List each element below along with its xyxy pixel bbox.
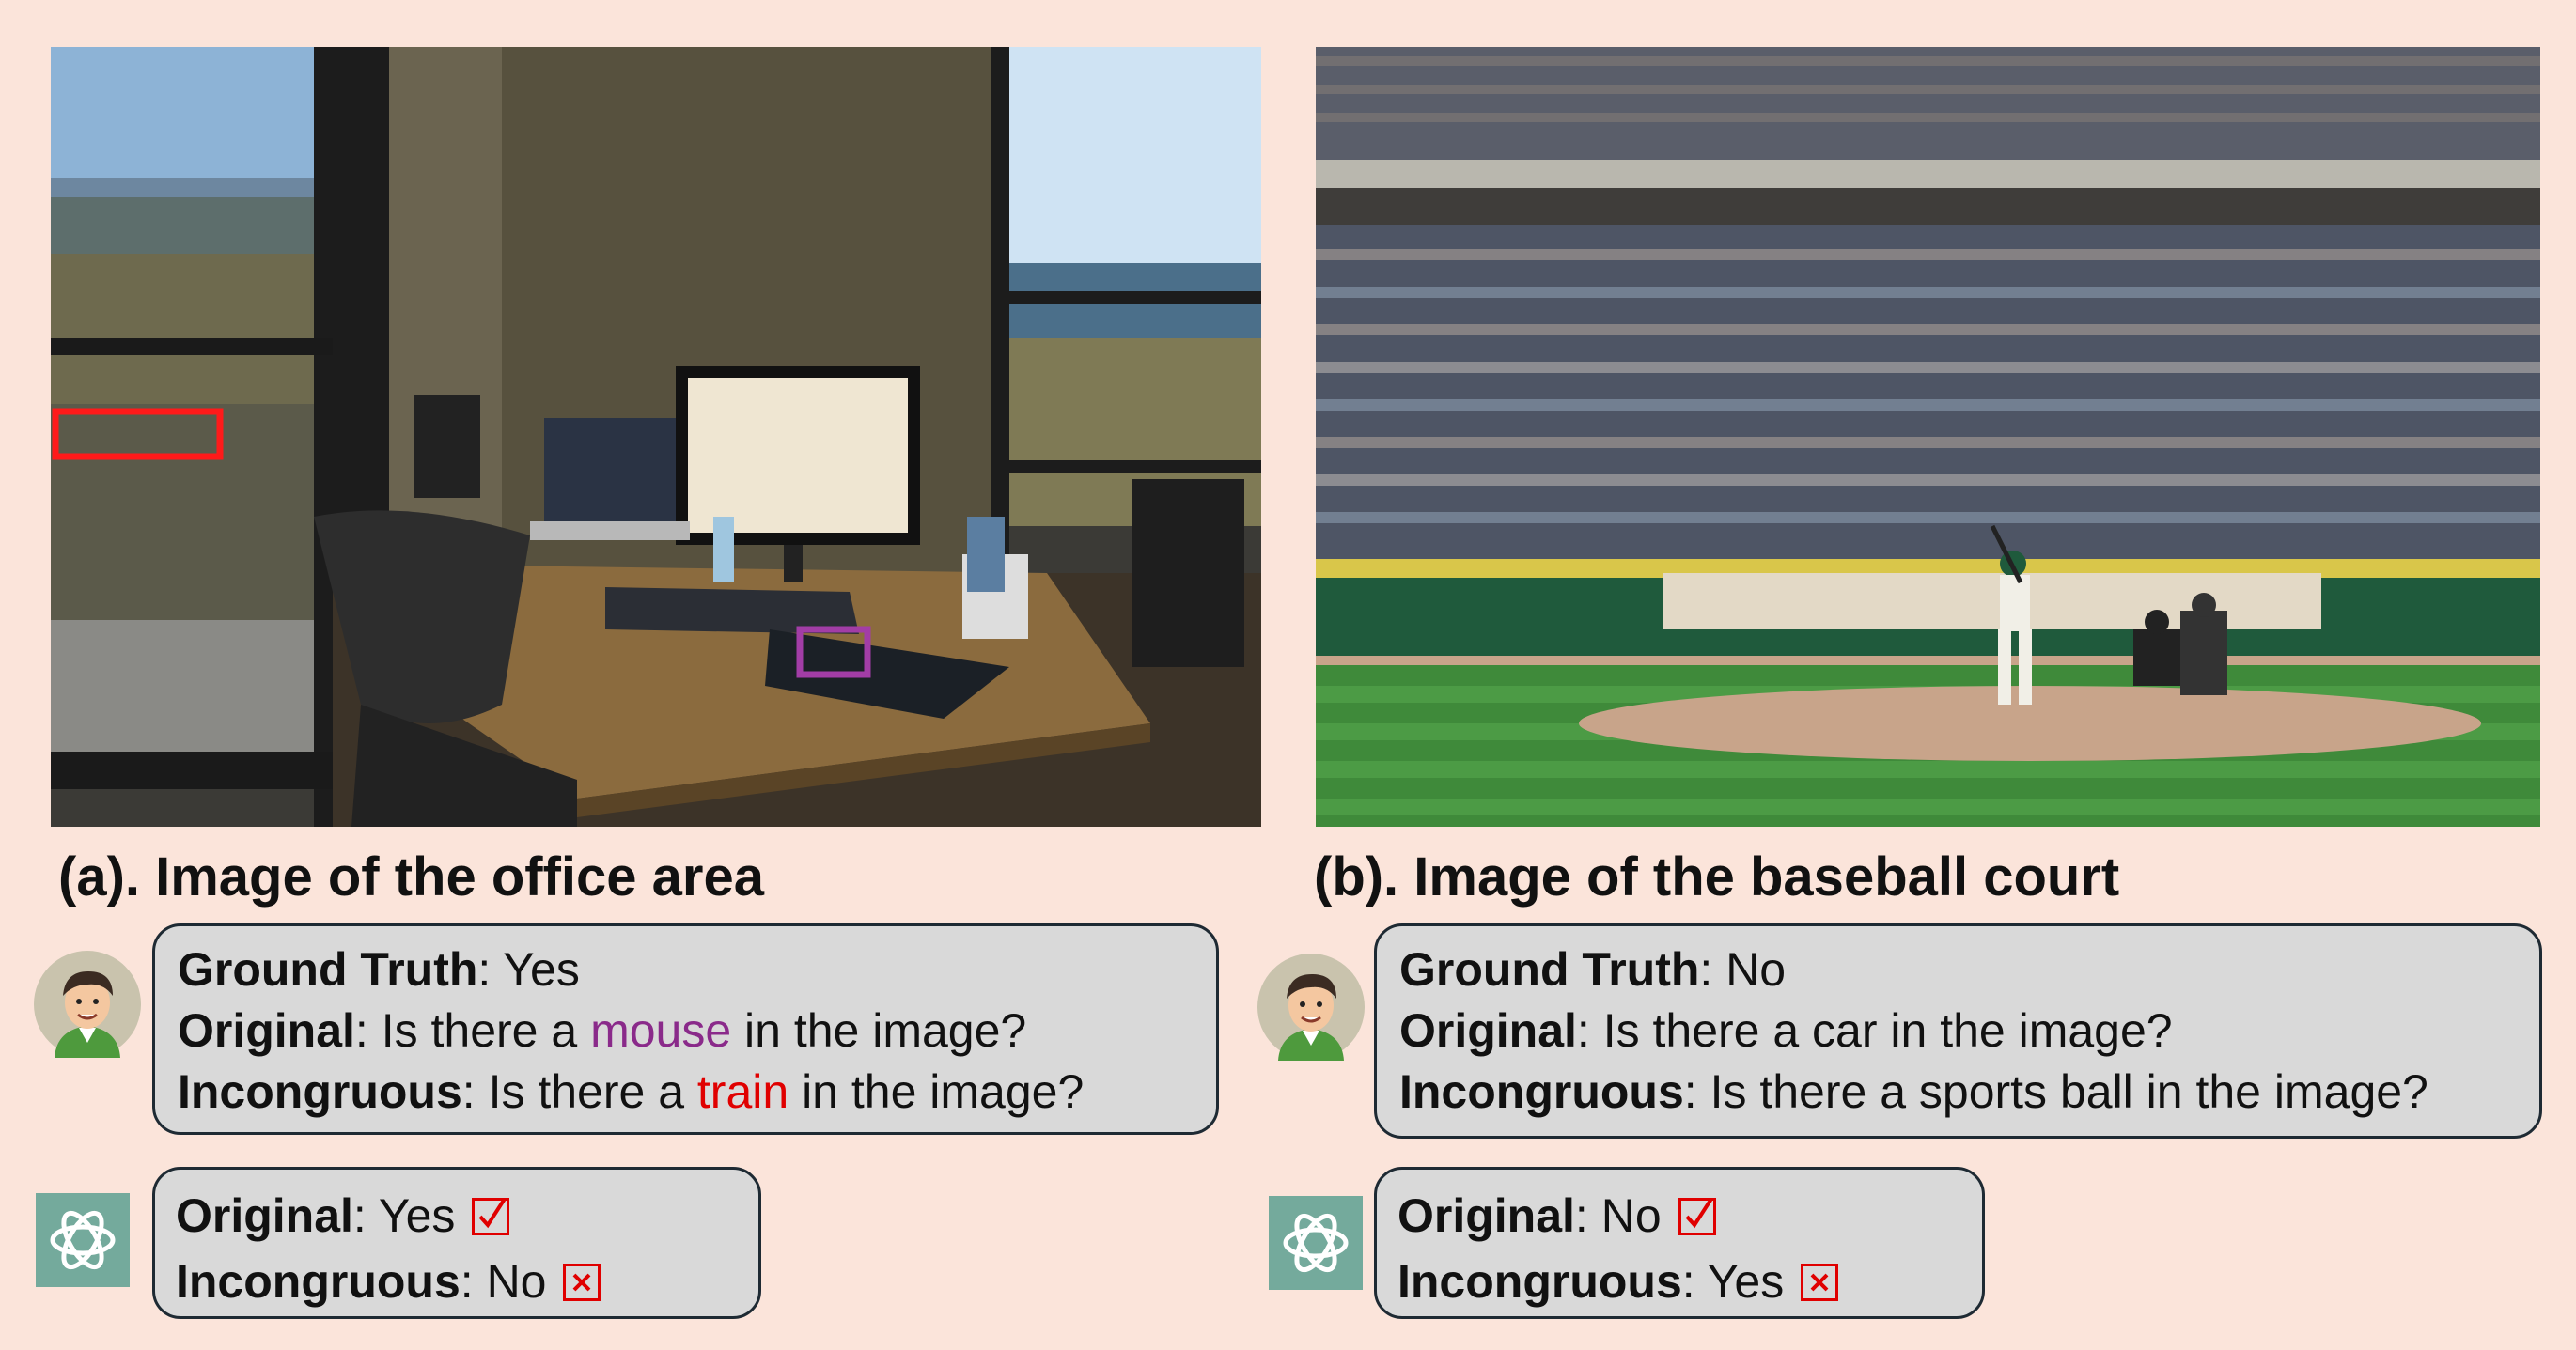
incongruous-question-pre: Is there a <box>488 1065 697 1118</box>
original-answer-line: Original: Yes <box>176 1183 738 1249</box>
answer-original-label: Original <box>1397 1189 1575 1242</box>
ground-truth-label: Ground Truth <box>1399 943 1700 996</box>
incongruous-answer-line: Incongruous: No <box>176 1249 738 1314</box>
person-avatar-icon <box>1257 954 1365 1061</box>
incongruous-question-text: Is there a sports ball in the image? <box>1710 1065 2428 1118</box>
cross-box-icon <box>1801 1264 1839 1301</box>
original-label: Original <box>1399 1004 1577 1057</box>
ground-truth-line: Ground Truth: No <box>1399 943 1787 996</box>
original-object-highlight: mouse <box>590 1004 732 1057</box>
incongruous-question-line: Incongruous: Is there a train in the ima… <box>178 1065 1085 1118</box>
ground-truth-label: Ground Truth <box>178 943 478 996</box>
answer-original-label: Original <box>176 1189 353 1242</box>
original-question-pre: Is there a <box>381 1004 591 1057</box>
original-question-line: Original: Is there a mouse in the image? <box>178 1004 1027 1057</box>
answer-incongruous-value: No <box>486 1255 547 1308</box>
cross-box-icon <box>563 1264 601 1301</box>
answer-incongruous-label: Incongruous <box>176 1255 461 1308</box>
incongruous-label: Incongruous <box>1399 1065 1684 1118</box>
chatgpt-logo-icon <box>36 1193 130 1287</box>
answer-incongruous-label: Incongruous <box>1397 1255 1682 1308</box>
answer-original-value: Yes <box>378 1189 456 1242</box>
incongruous-question-line: Incongruous: Is there a sports ball in t… <box>1399 1065 2428 1118</box>
incongruous-label: Incongruous <box>178 1065 462 1118</box>
answer-bubble-a: Original: Yes Incongruous: No <box>152 1167 761 1319</box>
original-question-text: Is there a car in the image? <box>1602 1004 2173 1057</box>
original-label: Original <box>178 1004 355 1057</box>
ground-truth-line: Ground Truth: Yes <box>178 943 580 996</box>
caption-a: (a). Image of the office area <box>58 846 764 908</box>
caption-b: (b). Image of the baseball court <box>1314 846 2120 908</box>
question-bubble-a: Ground Truth: Yes Original: Is there a m… <box>152 923 1219 1135</box>
incongruous-answer-line: Incongruous: Yes <box>1397 1249 1961 1314</box>
ground-truth-value: No <box>1725 943 1787 996</box>
ground-truth-value: Yes <box>503 943 580 996</box>
check-box-icon <box>472 1198 510 1235</box>
baseball-photo <box>1316 47 2540 827</box>
original-answer-line: Original: No <box>1397 1183 1961 1249</box>
original-question-line: Original: Is there a car in the image? <box>1399 1004 2173 1057</box>
answer-bubble-b: Original: No Incongruous: Yes <box>1374 1167 1985 1319</box>
person-avatar-icon <box>34 951 141 1058</box>
original-question-post: in the image? <box>731 1004 1027 1057</box>
chatgpt-logo-icon <box>1269 1196 1363 1290</box>
office-photo <box>51 47 1261 827</box>
answer-incongruous-value: Yes <box>1707 1255 1785 1308</box>
incongruous-object-highlight: train <box>696 1065 789 1118</box>
answer-original-value: No <box>1600 1189 1662 1242</box>
question-bubble-b: Ground Truth: No Original: Is there a ca… <box>1374 923 2542 1139</box>
incongruous-question-post: in the image? <box>788 1065 1085 1118</box>
check-box-icon <box>1678 1198 1716 1235</box>
